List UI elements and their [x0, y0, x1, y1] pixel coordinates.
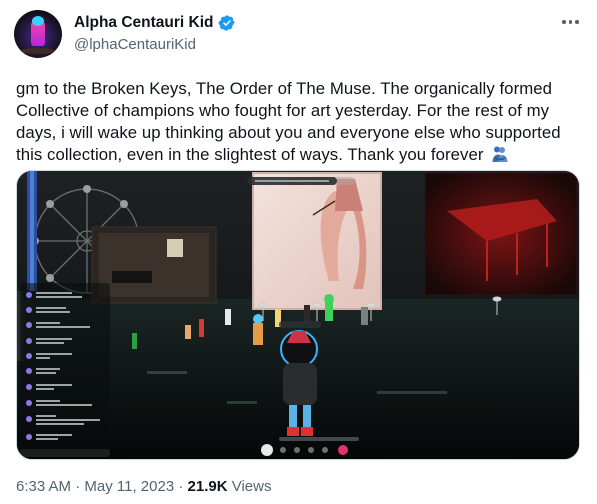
- tweet-card: Alpha Centauri Kid @lphaCentauriKid gm t…: [0, 0, 597, 504]
- meta-separator: ·: [178, 478, 184, 495]
- people-hugging-icon: [492, 146, 508, 162]
- tweet-time[interactable]: 6:33 AM: [16, 478, 71, 495]
- tweet-text-block: gm to the Broken Keys, The Order of The …: [16, 78, 591, 166]
- tweet-meta: 6:33 AM · May 11, 2023 · 21.9K Views: [16, 477, 271, 497]
- tweet-date[interactable]: May 11, 2023: [84, 478, 174, 495]
- virtual-gallery-scene: [17, 171, 579, 459]
- meta-separator: ·: [75, 478, 81, 495]
- author-display-name[interactable]: Alpha Centauri Kid: [74, 13, 214, 33]
- more-options-icon[interactable]: [562, 16, 582, 28]
- author-handle[interactable]: @lphaCentauriKid: [74, 35, 196, 55]
- views-label: Views: [231, 478, 272, 495]
- views-count[interactable]: 21.9K: [188, 478, 228, 495]
- author-name-row[interactable]: Alpha Centauri Kid: [74, 13, 236, 33]
- verified-badge-icon: [218, 15, 235, 31]
- author-avatar[interactable]: [14, 10, 62, 58]
- tweet-media-image[interactable]: [16, 170, 580, 460]
- tweet-text: gm to the Broken Keys, The Order of The …: [16, 79, 561, 164]
